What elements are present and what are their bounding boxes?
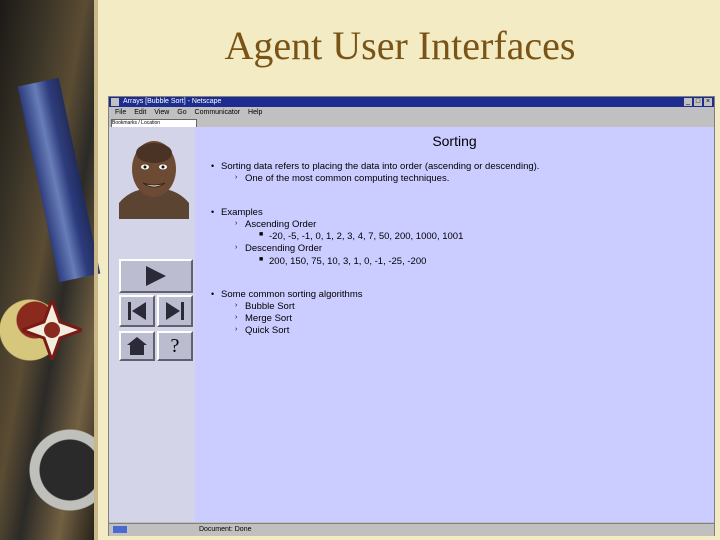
sub-bullet-icon: › [235,314,238,321]
maximize-icon[interactable]: □ [694,98,702,106]
window-title: Arrays [Bubble Sort] - Netscape [123,98,222,105]
square-bullet-icon: ■ [259,231,264,238]
page-heading: Sorting [432,133,477,149]
window-titlebar: Arrays [Bubble Sort] - Netscape _ □ × [109,97,714,107]
play-button[interactable] [119,259,193,293]
sub-bullet-descending: Descending Order [245,243,323,254]
close-icon[interactable]: × [704,98,712,106]
sub-bullet-icon: › [235,244,238,251]
next-button[interactable] [157,295,193,327]
square-bullet-icon: ■ [259,256,264,263]
agent-avatar[interactable] [119,133,189,219]
app-icon [111,98,119,106]
sub-bullet-icon: › [235,302,238,309]
home-button[interactable] [119,331,155,361]
bullet-icon: • [211,207,215,217]
browser-window: Arrays [Bubble Sort] - Netscape _ □ × Fi… [108,96,715,536]
ascending-values: -20, -5, -1, 0, 1, 2, 3, 4, 7, 50, 200, … [269,231,464,242]
medal-ribbon [17,77,101,283]
agent-pane: ? [109,127,195,522]
skip-back-icon [128,302,146,320]
bullet-examples: Examples [221,207,263,218]
slide-title: Agent User Interfaces [224,23,576,68]
algorithm-quick-sort: Quick Sort [245,325,290,336]
help-button[interactable]: ? [157,331,193,361]
photo-edge [94,0,98,540]
decorative-photo [0,0,101,540]
home-icon [127,337,147,355]
sub-bullet-icon: › [235,174,238,181]
security-icon[interactable] [113,525,127,533]
menu-communicator[interactable]: Communicator [195,109,241,116]
sub-bullet-ascending: Ascending Order [245,219,317,230]
algorithm-bubble-sort: Bubble Sort [245,301,295,312]
bullet-algorithms: Some common sorting algorithms [221,289,363,300]
menu-edit[interactable]: Edit [134,109,146,116]
skip-forward-icon [166,302,184,320]
bullet-icon: • [211,161,215,171]
bullet-sorting-definition: Sorting data refers to placing the data … [221,161,540,172]
menu-go[interactable]: Go [177,109,186,116]
sub-bullet-icon: › [235,326,238,333]
help-icon: ? [170,334,180,357]
menu-help[interactable]: Help [248,109,262,116]
menu-file[interactable]: File [115,109,126,116]
play-icon [146,266,166,286]
status-text: Document: Done [198,526,252,533]
medal-cross-icon [22,300,82,360]
sub-bullet-common-technique: One of the most common computing techniq… [245,173,450,184]
status-bar: Document: Done [109,523,714,536]
menu-view[interactable]: View [154,109,169,116]
minimize-icon[interactable]: _ [684,98,692,106]
previous-button[interactable] [119,295,155,327]
descending-values: 200, 150, 75, 10, 3, 1, 0, -1, -25, -200 [269,256,427,267]
menu-bar: File Edit View Go Communicator Help [109,108,714,118]
algorithm-merge-sort: Merge Sort [245,313,292,324]
bullet-icon: • [211,289,215,299]
sub-bullet-icon: › [235,220,238,227]
page-content: Sorting • Sorting data refers to placing… [195,127,714,522]
